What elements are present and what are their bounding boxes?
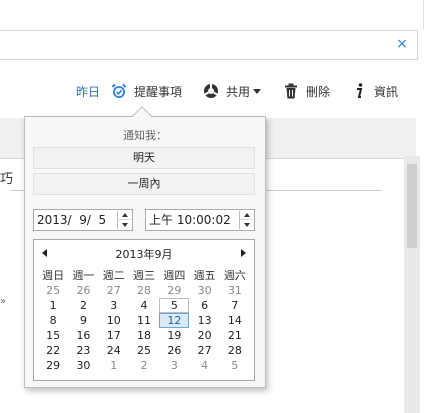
alarm-clock-icon	[111, 83, 127, 98]
calendar-day[interactable]: 11	[129, 313, 159, 328]
calendar-day[interactable]: 24	[99, 343, 129, 358]
arrow-down-icon	[121, 222, 128, 227]
calendar-day[interactable]: 31	[220, 283, 250, 298]
calendar-grid: 週日 週一 週二 週三 週四 週五 週六 25 26 27 28 29 30 31 1 2 3 4 5 6 7 8 9 10 1…	[38, 268, 250, 373]
chevron-down-icon	[253, 88, 262, 94]
date-decrement-button[interactable]	[118, 220, 131, 229]
weekday-header: 週六	[223, 269, 246, 282]
yesterday-link[interactable]: 昨日	[76, 82, 100, 100]
share-menu-button[interactable]: 共用	[202, 82, 262, 100]
remind-tomorrow-button[interactable]: 明天	[33, 147, 255, 169]
trash-icon	[285, 83, 297, 99]
calendar-day[interactable]: 25	[38, 283, 68, 298]
reminder-popup: 通知我： 明天 一周內 2013/ 9/ 5 上午 10:00:02 2013年…	[24, 106, 266, 388]
calendar-day[interactable]: 29	[159, 283, 189, 298]
search-input[interactable]	[0, 31, 390, 59]
info-button[interactable]: 資訊	[350, 82, 398, 100]
time-increment-button[interactable]	[240, 211, 253, 220]
weekday-header: 週一	[72, 269, 95, 282]
top-strip	[0, 0, 424, 30]
calendar-day[interactable]: 20	[189, 328, 219, 343]
calendar-day[interactable]: 7	[220, 298, 250, 313]
calendar-day[interactable]: 5	[159, 298, 190, 313]
time-spinner	[239, 211, 253, 229]
search-bar: ×	[0, 30, 418, 60]
date-spinner	[117, 211, 131, 229]
weekday-header: 週三	[133, 269, 156, 282]
info-label: 資訊	[374, 84, 399, 99]
calendar-day[interactable]: 1	[38, 298, 68, 313]
clear-search-icon[interactable]: ×	[395, 37, 409, 51]
calendar-day[interactable]: 26	[68, 283, 98, 298]
calendar-day[interactable]: 12	[159, 313, 190, 328]
calendar-day[interactable]: 30	[189, 283, 219, 298]
reminder-button[interactable]: 提醒事項	[110, 82, 182, 100]
yesterday-label: 昨日	[76, 84, 101, 99]
calendar-day[interactable]: 27	[99, 283, 129, 298]
calendar-day[interactable]: 30	[68, 358, 98, 373]
month-calendar: 2013年9月 週日 週一 週二 週三 週四 週五 週六 25 26 27 28 29 30 31 1 2 3 4…	[33, 239, 255, 381]
weekday-header: 週五	[193, 269, 216, 282]
calendar-day[interactable]: 19	[159, 328, 189, 343]
bullet-marker: »	[0, 296, 7, 307]
share-label: 共用	[226, 84, 251, 99]
info-icon	[357, 83, 363, 98]
calendar-day[interactable]: 8	[38, 313, 68, 328]
calendar-day[interactable]: 15	[38, 328, 68, 343]
scrollbar-thumb[interactable]	[407, 164, 417, 248]
calendar-day[interactable]: 2	[68, 298, 98, 313]
calendar-day[interactable]: 5	[220, 358, 250, 373]
arrow-up-icon	[243, 213, 250, 217]
calendar-day[interactable]: 28	[220, 343, 250, 358]
date-increment-button[interactable]	[118, 211, 131, 220]
calendar-day[interactable]: 22	[38, 343, 68, 358]
calendar-month-title: 2013年9月	[115, 248, 173, 261]
share-icon	[204, 84, 218, 98]
calendar-day[interactable]: 27	[189, 343, 219, 358]
note-title-fragment: 巧	[0, 172, 14, 187]
note-toolbar: 昨日 提醒事項 共用 刪除 資訊	[0, 62, 424, 118]
reminder-label: 提醒事項	[134, 84, 183, 99]
calendar-day[interactable]: 4	[189, 358, 219, 373]
calendar-day[interactable]: 9	[68, 313, 98, 328]
arrow-down-icon	[243, 222, 250, 227]
time-picker-field[interactable]: 上午 10:00:02	[145, 209, 255, 231]
calendar-day[interactable]: 3	[99, 298, 129, 313]
calendar-day[interactable]: 10	[99, 313, 129, 328]
calendar-day[interactable]: 1	[99, 358, 129, 373]
date-value: 2013/ 9/ 5	[37, 213, 107, 227]
calendar-day[interactable]: 16	[68, 328, 98, 343]
delete-label: 刪除	[306, 84, 331, 99]
notify-me-label: 通知我：	[123, 129, 167, 142]
calendar-day[interactable]: 18	[129, 328, 159, 343]
date-picker-field[interactable]: 2013/ 9/ 5	[33, 209, 133, 231]
calendar-day[interactable]: 17	[99, 328, 129, 343]
next-month-icon[interactable]	[241, 249, 246, 257]
calendar-day[interactable]: 14	[220, 313, 250, 328]
calendar-day[interactable]: 6	[189, 298, 219, 313]
vertical-scrollbar[interactable]	[404, 156, 420, 413]
calendar-day[interactable]: 21	[220, 328, 250, 343]
calendar-day[interactable]: 25	[129, 343, 159, 358]
time-value: 上午 10:00:02	[149, 213, 231, 227]
weekday-header: 週四	[163, 269, 186, 282]
calendar-day[interactable]: 26	[159, 343, 189, 358]
calendar-day[interactable]: 23	[68, 343, 98, 358]
calendar-day[interactable]: 29	[38, 358, 68, 373]
time-decrement-button[interactable]	[240, 220, 253, 229]
weekday-header: 週日	[42, 269, 65, 282]
weekday-header: 週二	[102, 269, 125, 282]
calendar-day[interactable]: 28	[129, 283, 159, 298]
calendar-day[interactable]: 4	[129, 298, 159, 313]
remind-one-week-button[interactable]: 一周內	[33, 173, 255, 195]
delete-button[interactable]: 刪除	[282, 82, 330, 100]
calendar-day[interactable]: 13	[189, 313, 219, 328]
calendar-day[interactable]: 2	[129, 358, 159, 373]
calendar-day[interactable]: 3	[159, 358, 189, 373]
arrow-up-icon	[121, 213, 128, 217]
